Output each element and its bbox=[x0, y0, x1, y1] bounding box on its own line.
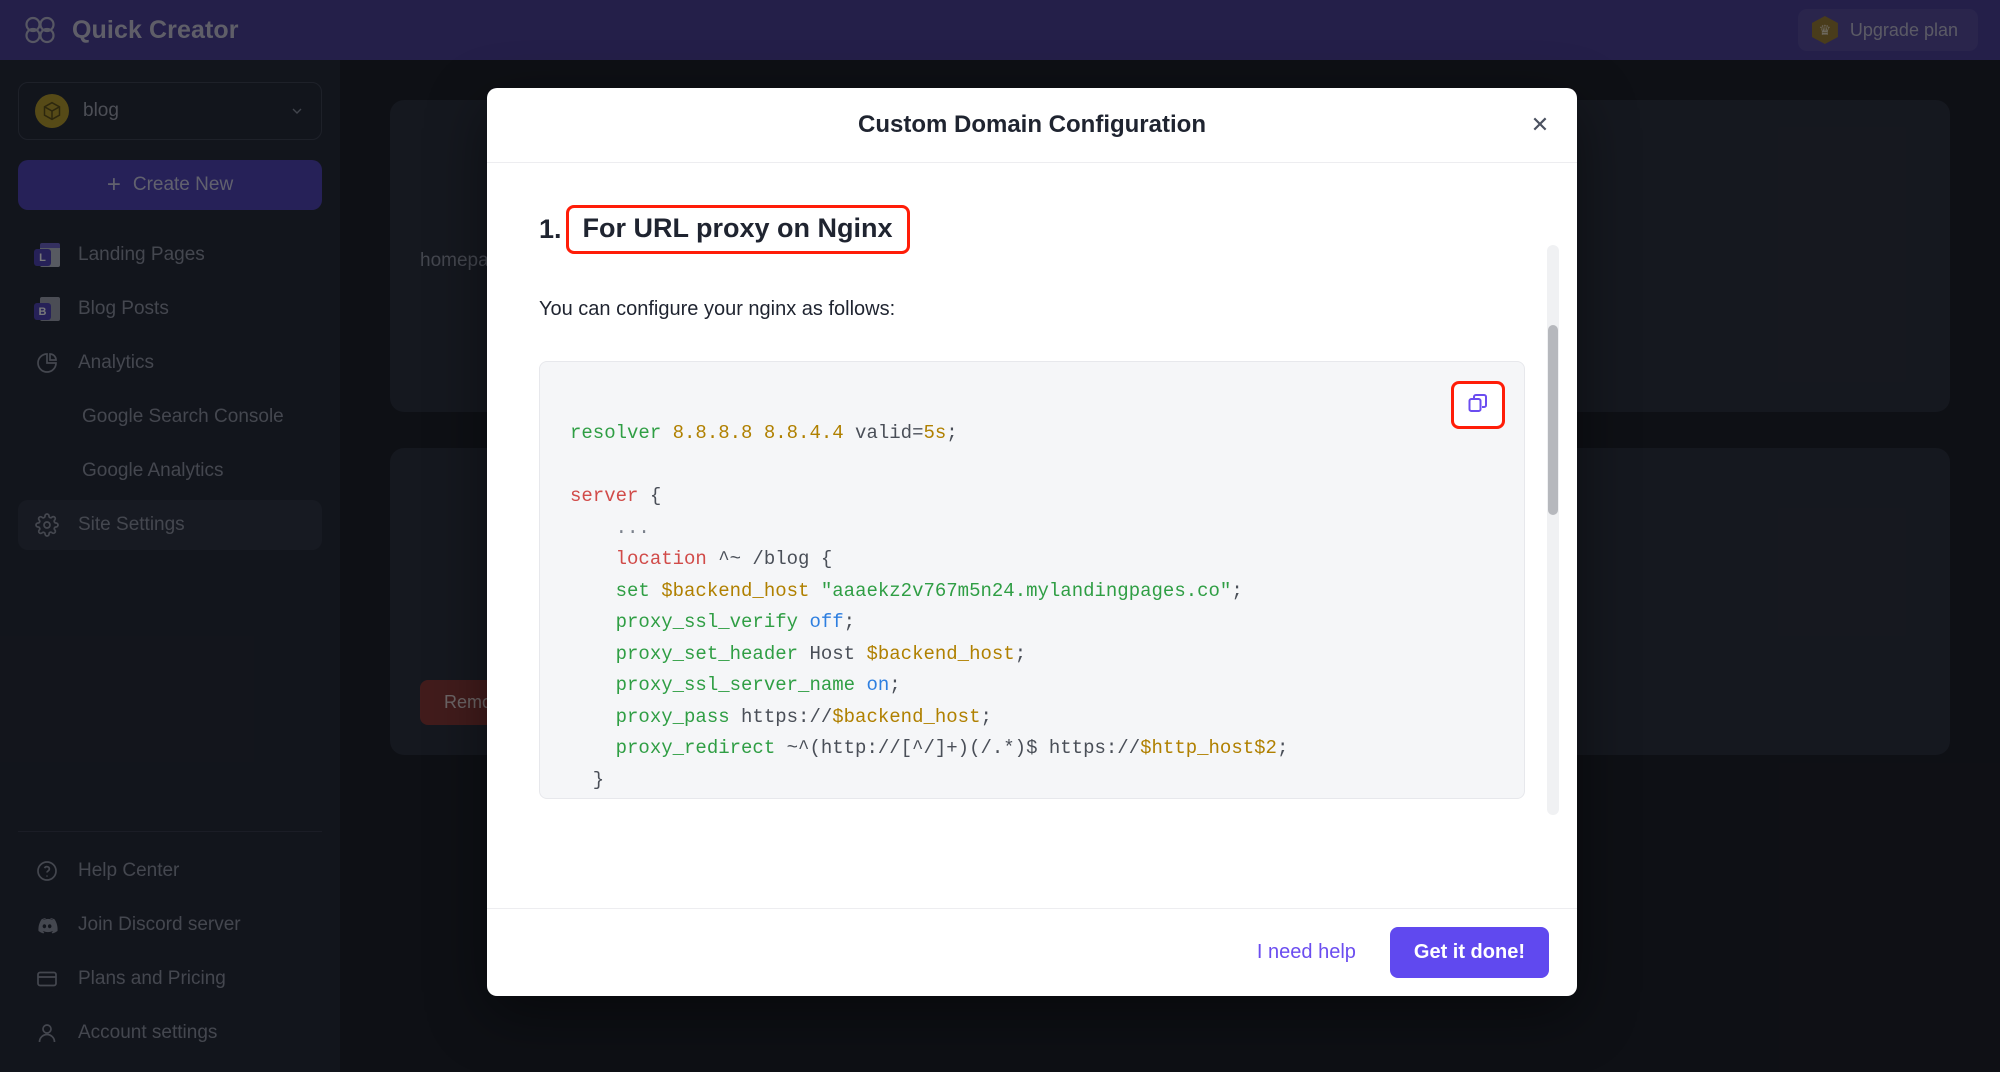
close-icon[interactable]: ✕ bbox=[1525, 110, 1555, 140]
modal-scrollbar-thumb[interactable] bbox=[1548, 325, 1558, 515]
code-block: resolver 8.8.8.8 8.8.4.4 valid=5s; serve… bbox=[539, 361, 1525, 799]
custom-domain-configuration-modal: Custom Domain Configuration ✕ 1. For URL… bbox=[487, 88, 1577, 996]
i-need-help-link[interactable]: I need help bbox=[1257, 941, 1356, 964]
copy-button[interactable] bbox=[1451, 381, 1505, 429]
intro-text: You can configure your nginx as follows: bbox=[539, 298, 896, 320]
step-title: For URL proxy on Nginx bbox=[582, 213, 893, 243]
modal-body: 1. For URL proxy on Nginx You can config… bbox=[487, 163, 1577, 908]
modal-scrollbar-track[interactable] bbox=[1547, 245, 1559, 815]
copy-icon bbox=[1466, 391, 1490, 420]
step-title-highlight: For URL proxy on Nginx bbox=[565, 205, 910, 254]
nginx-config-code[interactable]: resolver 8.8.8.8 8.8.4.4 valid=5s; serve… bbox=[540, 362, 1524, 798]
step-number: 1. bbox=[539, 214, 562, 244]
get-it-done-button[interactable]: Get it done! bbox=[1389, 927, 1549, 978]
modal-scroll-content: 1. For URL proxy on Nginx You can config… bbox=[487, 163, 1577, 908]
modal-title: Custom Domain Configuration bbox=[858, 111, 1206, 138]
app-root: Quick Creator ♛ Upgrade plan blog + Crea… bbox=[0, 0, 2000, 1072]
modal-footer: I need help Get it done! bbox=[487, 908, 1577, 996]
step-heading: 1. For URL proxy on Nginx bbox=[539, 205, 1525, 254]
modal-header: Custom Domain Configuration ✕ bbox=[487, 88, 1577, 163]
